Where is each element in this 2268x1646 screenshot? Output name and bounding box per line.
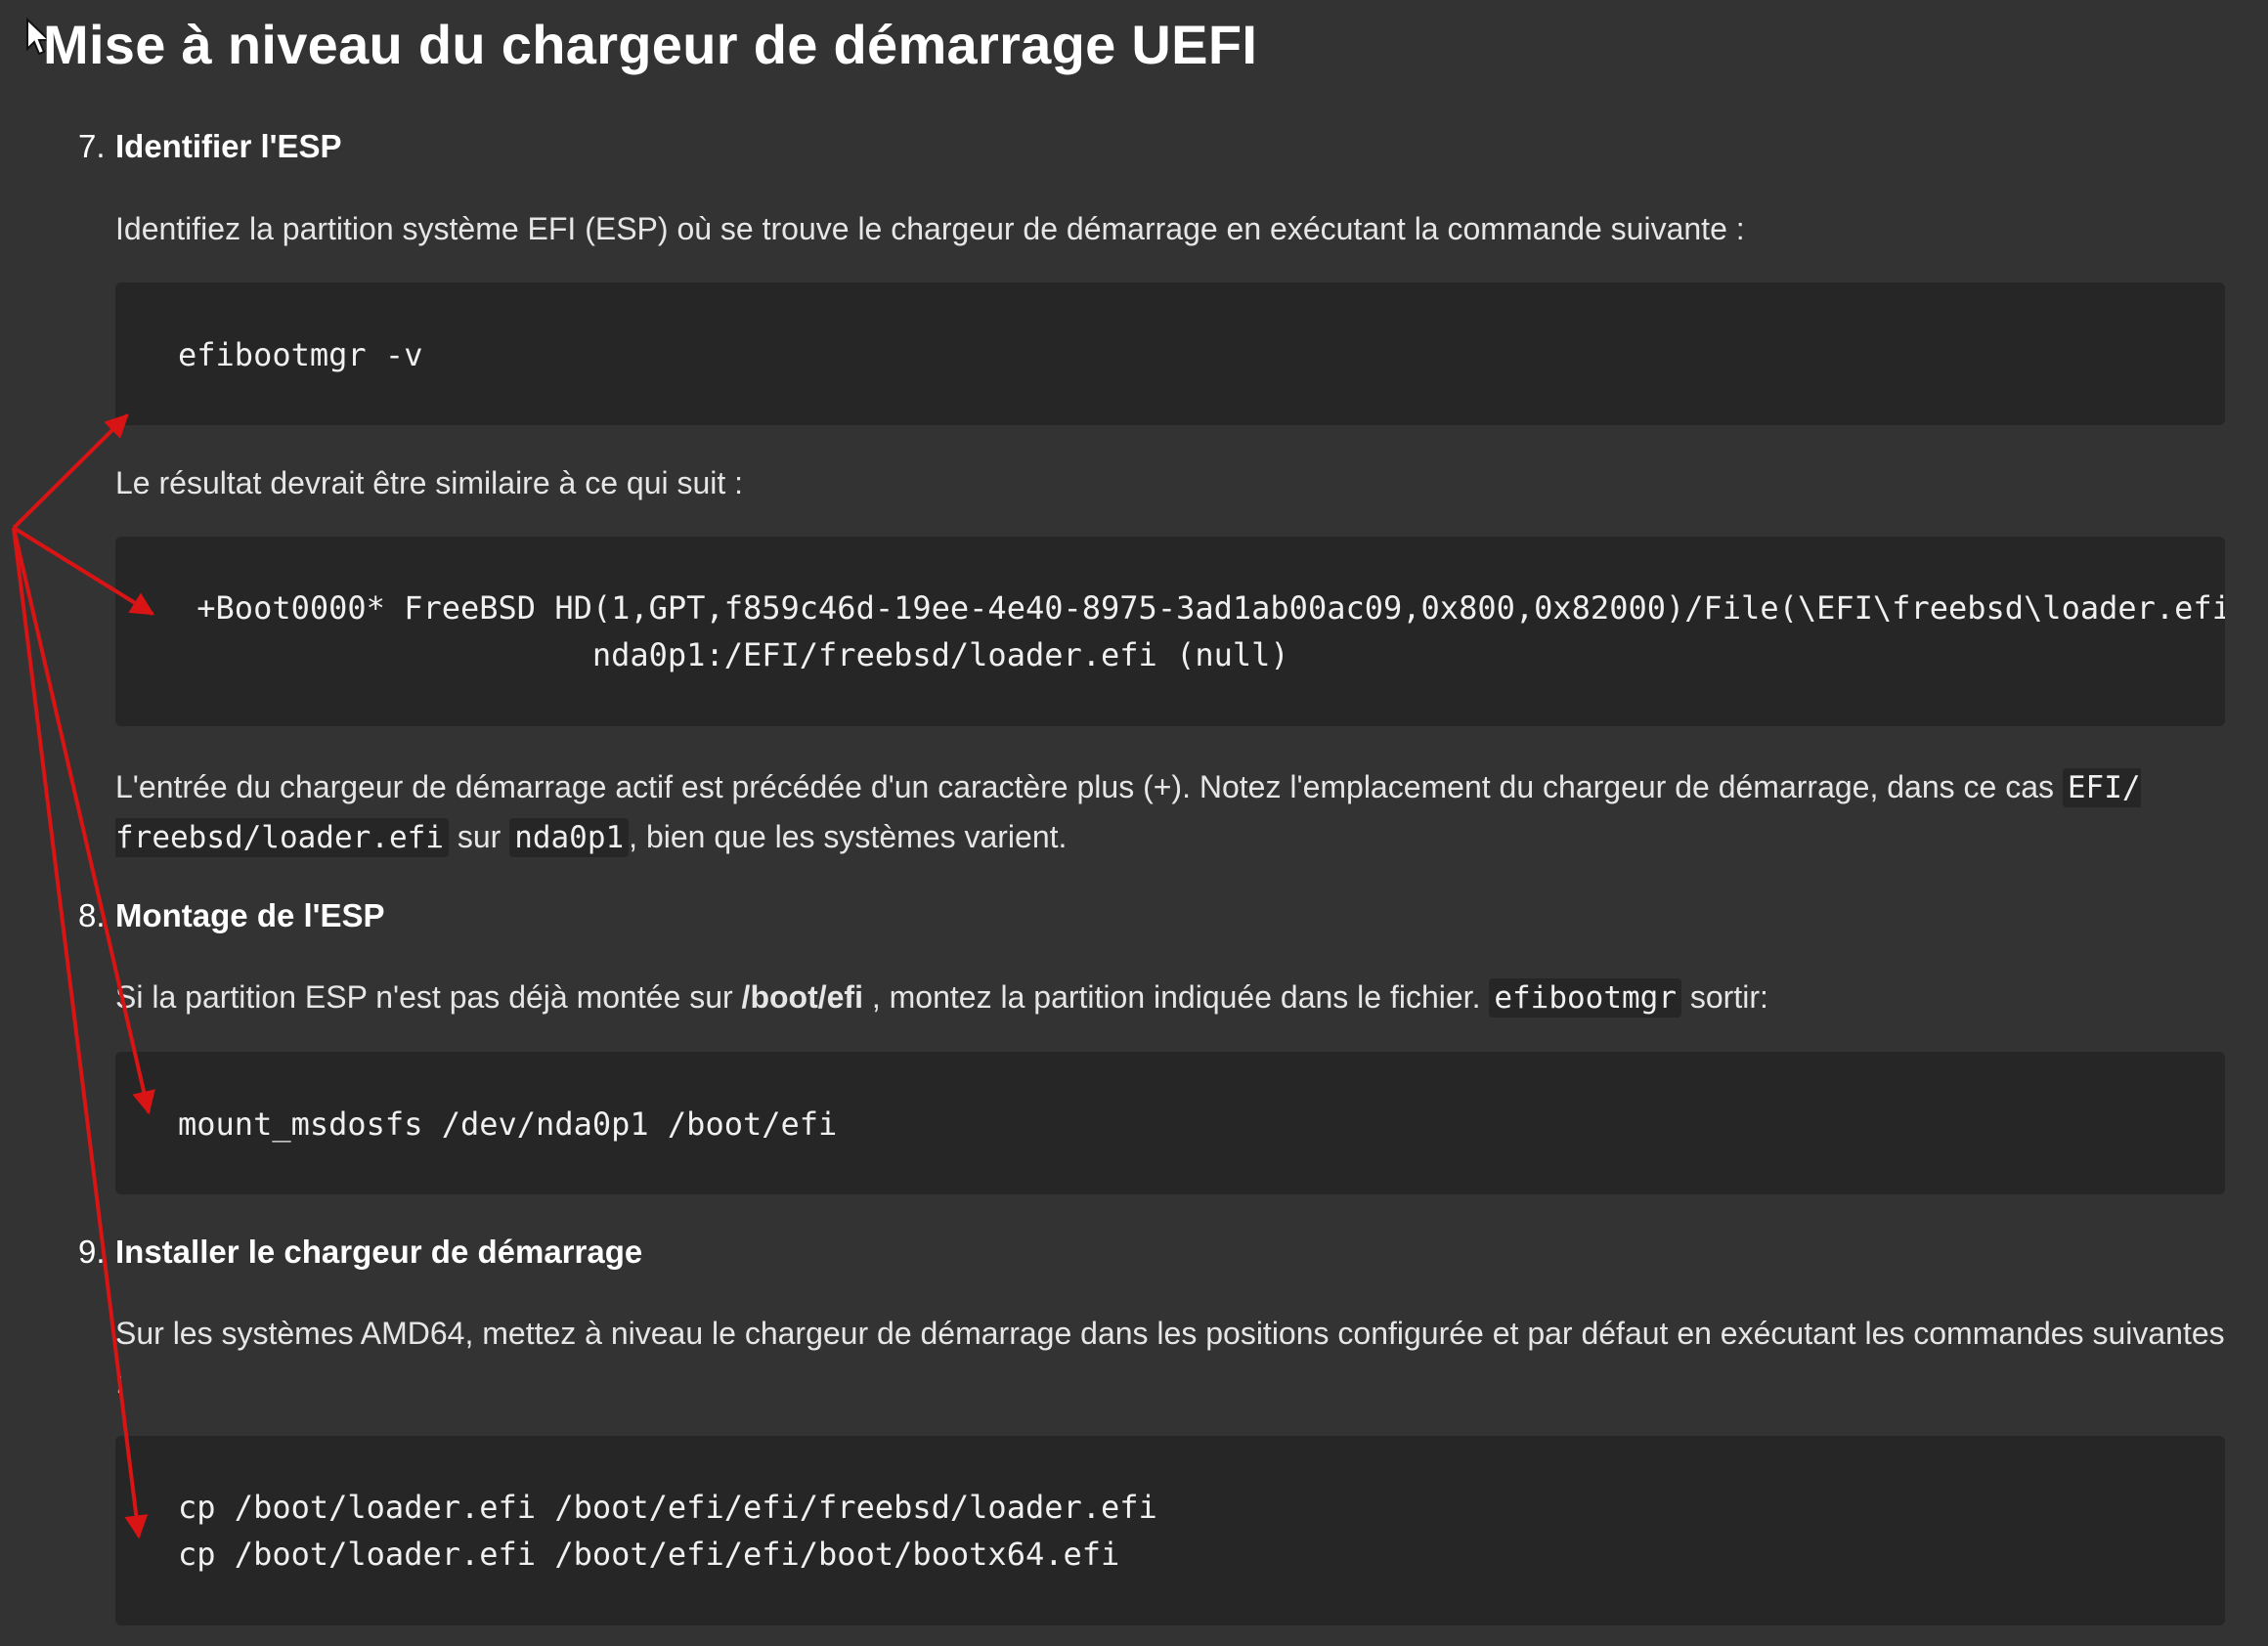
code-block-copy: cp /boot/loader.efi /boot/efi/efi/freebs… xyxy=(115,1436,2225,1625)
note-text: L'entrée du chargeur de démarrage actif … xyxy=(115,769,2063,804)
page: Mise à niveau du chargeur de démarrage U… xyxy=(0,0,2268,1646)
step-7-intro: Identifiez la partition système EFI (ESP… xyxy=(115,211,1745,246)
step-number: 7. xyxy=(78,128,106,164)
intro-text: Si la partition ESP n'est pas déjà monté… xyxy=(115,979,742,1015)
step-number: 8. xyxy=(78,897,106,933)
code-text: +Boot0000* FreeBSD HD(1,GPT,f859c46d-19e… xyxy=(196,589,2225,673)
inline-code-efibootmgr: efibootmgr xyxy=(1489,978,1681,1018)
mount-point: /boot/efi xyxy=(741,979,863,1015)
code-block-mount: mount_msdosfs /dev/nda0p1 /boot/efi xyxy=(115,1052,2225,1194)
code-block-efibootmgr: efibootmgr -v xyxy=(115,282,2225,425)
code-text: cp /boot/loader.efi /boot/efi/efi/freebs… xyxy=(178,1489,1157,1573)
step-9-intro: Sur les systèmes AMD64, mettez à niveau … xyxy=(115,1316,2225,1400)
step-7-result-intro: Le résultat devrait être similaire à ce … xyxy=(115,465,744,500)
step-number: 9. xyxy=(78,1234,106,1270)
code-text: mount_msdosfs /dev/nda0p1 /boot/efi xyxy=(178,1105,838,1143)
step-8-heading: 8. Montage de l'ESP xyxy=(78,894,385,937)
code-block-result: +Boot0000* FreeBSD HD(1,GPT,f859c46d-19e… xyxy=(115,537,2225,726)
intro-text: , montez la partition indiquée dans le f… xyxy=(862,979,1490,1015)
step-8-intro: Si la partition ESP n'est pas déjà monté… xyxy=(115,973,2227,1022)
step-7-heading: 7. Identifier l'ESP xyxy=(78,125,342,168)
inline-code-partition: nda0p1 xyxy=(509,818,630,857)
step-title: Installer le chargeur de démarrage xyxy=(115,1234,643,1270)
step-9-heading: 9. Installer le chargeur de démarrage xyxy=(78,1231,642,1274)
note-text: , bien que les systèmes varient. xyxy=(629,819,1068,854)
note-text: sur xyxy=(448,819,510,854)
code-text: efibootmgr -v xyxy=(178,336,423,373)
step-7-note: L'entrée du chargeur de démarrage actif … xyxy=(115,762,2227,862)
arrow-to-efibootmgr xyxy=(12,413,129,530)
step-title: Montage de l'ESP xyxy=(115,897,385,933)
step-title: Identifier l'ESP xyxy=(115,128,342,164)
intro-text: sortir: xyxy=(1680,979,1768,1015)
page-title: Mise à niveau du chargeur de démarrage U… xyxy=(43,14,1258,75)
